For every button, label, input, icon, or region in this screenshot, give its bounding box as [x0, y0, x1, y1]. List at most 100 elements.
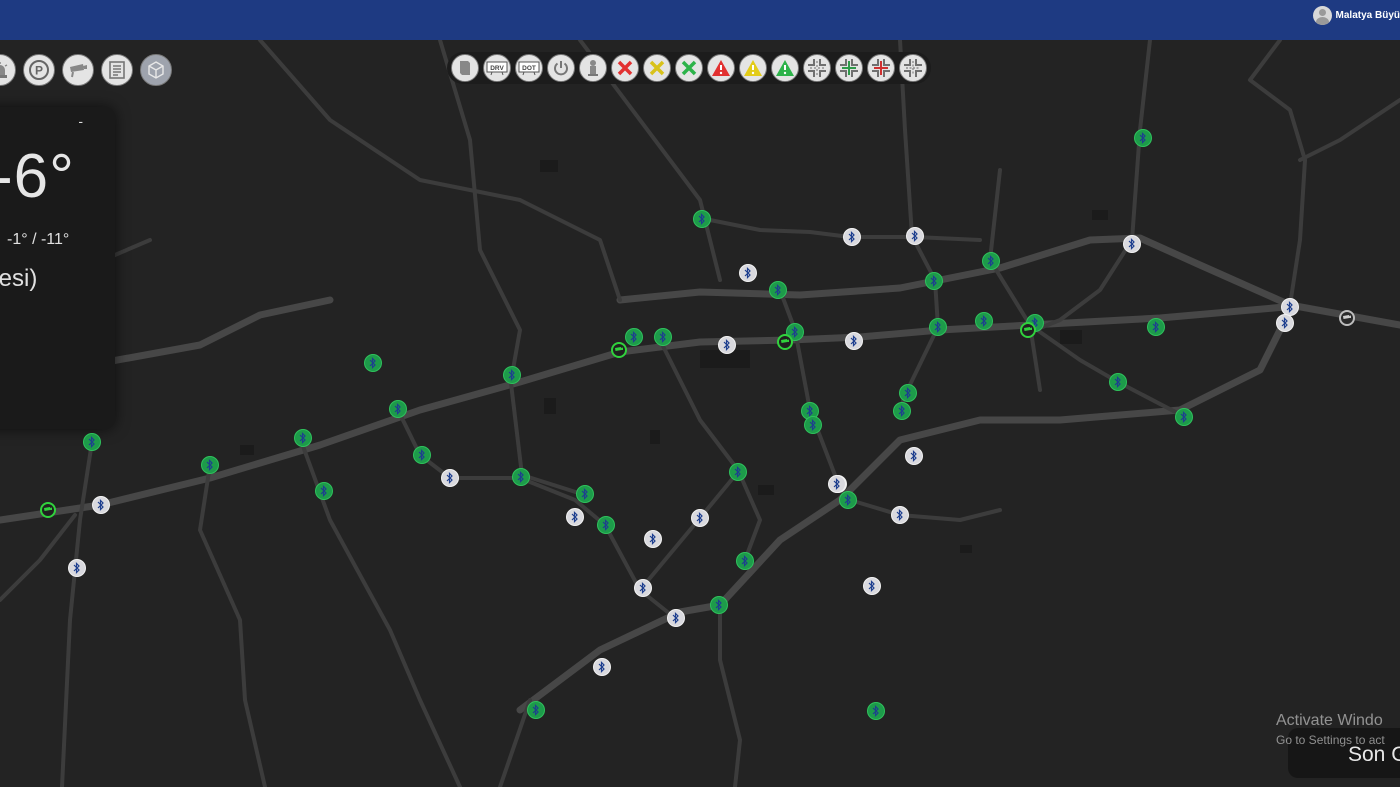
bluetooth-icon	[1128, 238, 1135, 250]
intersection-red-button[interactable]	[867, 54, 895, 82]
bluetooth-sensor-active[interactable]	[201, 456, 219, 474]
bluetooth-sensor-active[interactable]	[1109, 373, 1127, 391]
bluetooth-sensor-active[interactable]	[982, 252, 1000, 270]
bluetooth-icon	[418, 449, 425, 461]
camera-marker[interactable]	[777, 334, 793, 350]
red-x-button[interactable]	[611, 54, 639, 82]
bluetooth-sensor-inactive[interactable]	[691, 509, 709, 527]
bluetooth-sensor-inactive[interactable]	[667, 609, 685, 627]
bluetooth-sensor-active[interactable]	[364, 354, 382, 372]
bluetooth-icon	[672, 612, 679, 624]
weather-widget: - -6° -1° / -11° tesi)	[0, 107, 115, 429]
bluetooth-sensor-active[interactable]	[503, 366, 521, 384]
drv-button[interactable]: DRV	[483, 54, 511, 82]
bluetooth-sensor-active[interactable]	[315, 482, 333, 500]
bluetooth-sensor-active[interactable]	[867, 702, 885, 720]
bluetooth-sensor-active[interactable]	[625, 328, 643, 346]
bluetooth-sensor-active[interactable]	[893, 402, 911, 420]
bluetooth-sensor-active[interactable]	[413, 446, 431, 464]
bluetooth-sensor-active[interactable]	[1175, 408, 1193, 426]
bluetooth-sensor-inactive[interactable]	[68, 559, 86, 577]
bluetooth-sensor-inactive[interactable]	[1123, 235, 1141, 253]
watermark-title: Activate Windo	[1276, 712, 1383, 729]
bluetooth-sensor-active[interactable]	[693, 210, 711, 228]
bluetooth-sensor-active[interactable]	[597, 516, 615, 534]
camera-marker[interactable]	[40, 502, 56, 518]
bluetooth-sensor-inactive[interactable]	[718, 336, 736, 354]
intersection-grey-button[interactable]	[803, 54, 831, 82]
green-warning-button[interactable]	[771, 54, 799, 82]
yellow-warning-button[interactable]	[739, 54, 767, 82]
bluetooth-sensor-inactive[interactable]	[644, 530, 662, 548]
siren-button[interactable]	[0, 54, 16, 86]
cube-icon	[148, 61, 164, 79]
bluetooth-icon	[987, 255, 994, 267]
bluetooth-sensor-active[interactable]	[1147, 318, 1165, 336]
document-button[interactable]	[451, 54, 479, 82]
bluetooth-sensor-active[interactable]	[804, 416, 822, 434]
power-button[interactable]	[547, 54, 575, 82]
bluetooth-sensor-active[interactable]	[929, 318, 947, 336]
red-warning-button[interactable]	[707, 54, 735, 82]
bluetooth-icon	[723, 339, 730, 351]
bluetooth-sensor-active[interactable]	[654, 328, 672, 346]
dot-button[interactable]: DOT	[515, 54, 543, 82]
intersection-green-button[interactable]	[835, 54, 863, 82]
bluetooth-sensor-active[interactable]	[839, 491, 857, 509]
bluetooth-icon	[299, 432, 306, 444]
cube-button[interactable]	[140, 54, 172, 86]
bluetooth-sensor-active[interactable]	[899, 384, 917, 402]
yellow-x-button[interactable]	[643, 54, 671, 82]
bluetooth-icon	[791, 326, 798, 338]
news-button[interactable]	[101, 54, 133, 86]
bluetooth-sensor-inactive[interactable]	[906, 227, 924, 245]
bluetooth-sensor-inactive[interactable]	[593, 658, 611, 676]
bluetooth-sensor-active[interactable]	[512, 468, 530, 486]
bluetooth-sensor-active[interactable]	[729, 463, 747, 481]
bluetooth-sensor-active[interactable]	[1134, 129, 1152, 147]
top-header-bar: Malatya Büyü	[0, 0, 1400, 40]
bluetooth-sensor-active[interactable]	[975, 312, 993, 330]
bluetooth-icon	[73, 562, 80, 574]
parking-button[interactable]: P	[23, 54, 55, 86]
bluetooth-icon	[734, 466, 741, 478]
bluetooth-sensor-active[interactable]	[389, 400, 407, 418]
bluetooth-sensor-inactive[interactable]	[634, 579, 652, 597]
drv-icon: DRV	[486, 61, 508, 76]
bluetooth-sensor-inactive[interactable]	[1276, 314, 1294, 332]
bluetooth-sensor-active[interactable]	[769, 281, 787, 299]
bluetooth-sensor-inactive[interactable]	[828, 475, 846, 493]
user-avatar-icon	[1312, 5, 1332, 25]
yellow-x-icon	[649, 60, 665, 76]
bluetooth-sensor-active[interactable]	[527, 701, 545, 719]
camera-button[interactable]	[62, 54, 94, 86]
hydrant-button[interactable]	[579, 54, 607, 82]
camera-marker[interactable]	[1339, 310, 1355, 326]
camera-icon	[70, 64, 87, 78]
camera-marker[interactable]	[1020, 322, 1036, 338]
bluetooth-sensor-inactive[interactable]	[843, 228, 861, 246]
bluetooth-sensor-inactive[interactable]	[739, 264, 757, 282]
bluetooth-sensor-active[interactable]	[83, 433, 101, 451]
bluetooth-icon	[868, 580, 875, 592]
bluetooth-sensor-inactive[interactable]	[441, 469, 459, 487]
bluetooth-sensor-active[interactable]	[576, 485, 594, 503]
camera-marker[interactable]	[611, 342, 627, 358]
bluetooth-sensor-active[interactable]	[294, 429, 312, 447]
bluetooth-sensor-active[interactable]	[925, 272, 943, 290]
bluetooth-icon	[532, 704, 539, 716]
bluetooth-sensor-active[interactable]	[710, 596, 728, 614]
camera-marker-icon	[615, 347, 623, 351]
green-x-button[interactable]	[675, 54, 703, 82]
user-menu[interactable]: Malatya Büyü	[1312, 5, 1400, 25]
bluetooth-sensor-inactive[interactable]	[891, 506, 909, 524]
bluetooth-sensor-inactive[interactable]	[863, 577, 881, 595]
intersection-red-icon	[872, 59, 890, 77]
bluetooth-sensor-inactive[interactable]	[566, 508, 584, 526]
bluetooth-sensor-inactive[interactable]	[905, 447, 923, 465]
bluetooth-icon	[898, 405, 905, 417]
bluetooth-sensor-inactive[interactable]	[845, 332, 863, 350]
bluetooth-sensor-inactive[interactable]	[92, 496, 110, 514]
bluetooth-sensor-active[interactable]	[736, 552, 754, 570]
intersection-white-button[interactable]	[899, 54, 927, 82]
